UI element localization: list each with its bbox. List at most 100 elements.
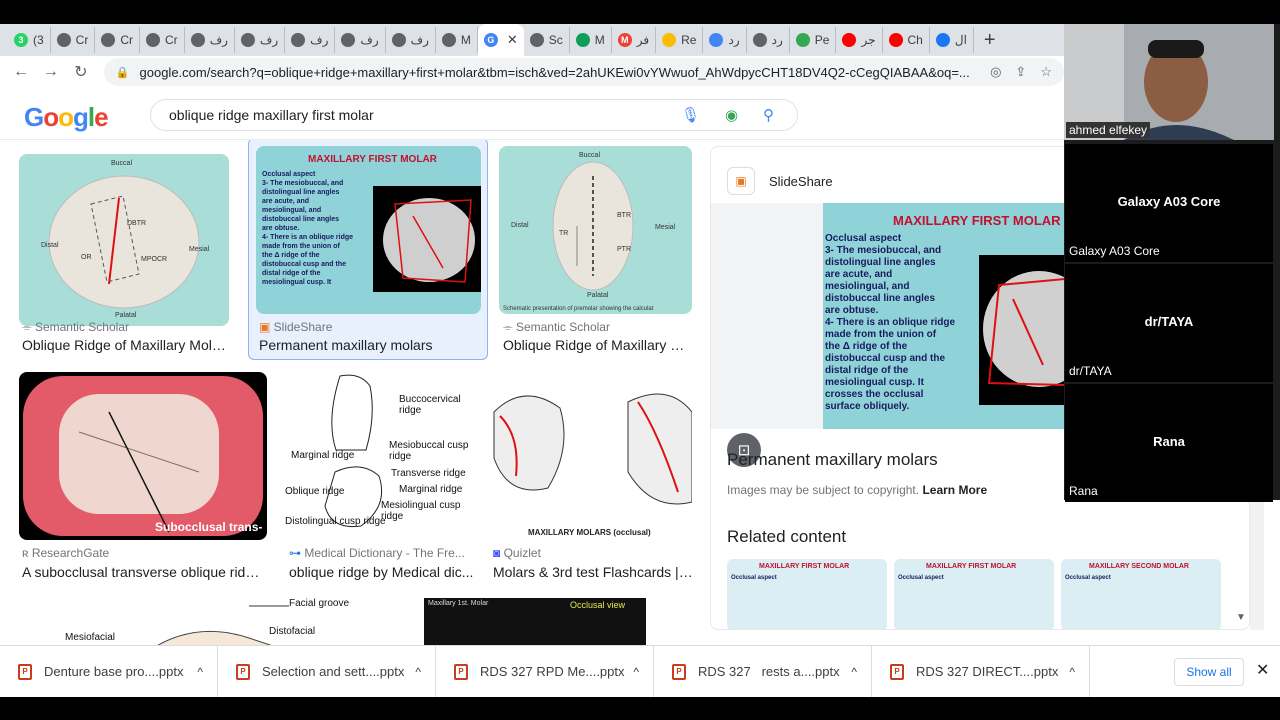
tab-chrome[interactable]: Cr (140, 27, 185, 53)
result-source[interactable]: ⌯ Semantic Scholar (22, 320, 129, 335)
result-thumbnail[interactable]: Subocclusal trans- (19, 372, 267, 540)
globe-icon (240, 33, 255, 47)
tab-page[interactable]: رف (335, 27, 386, 53)
img-caption: MAXILLARY MOLARS (occlusal) (528, 528, 651, 537)
back-arrow-icon[interactable]: ← (6, 63, 36, 81)
tab-chrome[interactable]: Cr (95, 27, 141, 53)
result-thumbnail[interactable]: Maxillary 1st. Molar Occlusal view (378, 598, 692, 645)
preview-source-header[interactable]: ▣ SlideShare (727, 167, 833, 195)
tab-chrome[interactable]: Cr (51, 27, 96, 53)
img-label: Buccocervical ridge (399, 394, 461, 416)
participant-tile[interactable]: Galaxy A03 Core Galaxy A03 Core (1065, 144, 1273, 262)
chevron-up-icon[interactable]: ^ (197, 665, 203, 679)
tab-page[interactable]: Sc (524, 27, 570, 53)
result-source[interactable]: ⌯ Semantic Scholar (503, 320, 610, 335)
img-label: Transverse ridge (391, 468, 466, 479)
tab-page[interactable]: رف (386, 27, 436, 53)
result-thumbnail[interactable]: MAXILLARY MOLARS (occlusal) (488, 372, 692, 540)
result-thumbnail[interactable]: Buccal Distal Mesial Palatal BTR TR PTR … (499, 146, 692, 314)
participant-tile[interactable]: Rana Rana (1065, 384, 1273, 502)
related-thumbnail[interactable]: MAXILLARY SECOND MOLAR Occlusal aspect (1061, 559, 1221, 629)
img-heading: Maxillary 1st. Molar (428, 600, 489, 607)
microphone-icon[interactable]: 🎙 (681, 106, 700, 124)
download-item[interactable]: P RDS 327 RPD Me....pptx ^ (436, 645, 654, 698)
powerpoint-icon: P (236, 663, 250, 680)
result-thumbnail[interactable]: Buccal Distal Mesial Palatal DBTR OR MPO… (19, 154, 229, 326)
close-icon[interactable]: ✕ (1256, 660, 1269, 680)
forward-arrow-icon[interactable]: → (36, 63, 66, 81)
share-icon[interactable]: ⇪ (1015, 64, 1026, 80)
download-item[interactable]: P RDS 327 rests a....pptx ^ (654, 645, 872, 698)
tab-page[interactable]: رد (703, 27, 747, 53)
result-thumbnail[interactable]: Facial groove Distofacial Mesiofacial (19, 598, 357, 645)
tab-whatsapp[interactable]: 3 (3 (8, 27, 51, 53)
slide-line: mesiolingual cusp. It (262, 279, 332, 286)
result-title[interactable]: A subocclusal transverse oblique ridge..… (22, 564, 267, 580)
search-input[interactable]: oblique ridge maxillary first molar 🎙 ◉ … (150, 99, 798, 131)
tab-page[interactable]: رف (235, 27, 286, 53)
download-item[interactable]: P RDS 327 DIRECT....pptx ^ (872, 645, 1090, 698)
download-item[interactable]: P Denture base pro....pptx ^ (0, 645, 218, 698)
new-tab-plus-icon[interactable]: + (984, 29, 996, 52)
google-logo[interactable]: Google (24, 102, 109, 133)
participant-video-tile[interactable]: ahmed elfekey (1064, 24, 1274, 140)
tab-page[interactable]: Pe (790, 27, 837, 53)
participant-name: ahmed elfekey (1066, 122, 1151, 138)
result-title[interactable]: Oblique Ridge of Maxillary Molars... (22, 337, 232, 353)
preview-title[interactable]: Permanent maxillary molars (727, 450, 938, 470)
result-thumbnail[interactable]: Buccocervical ridge Mesiobuccal cusp rid… (285, 372, 473, 540)
result-title[interactable]: Molars & 3rd test Flashcards | ... (493, 564, 693, 580)
search-icon[interactable]: ⚲ (763, 106, 774, 124)
img-label: Distolingual cusp ridge (285, 516, 386, 527)
url-text: google.com/search?q=oblique+ridge+maxill… (139, 64, 970, 80)
tab-youtube[interactable]: Ch (883, 27, 930, 53)
tab-google-active[interactable]: G ✕ (477, 24, 524, 56)
source-text: ResearchGate (31, 546, 110, 560)
star-icon (662, 33, 677, 47)
related-thumbnail[interactable]: MAXILLARY FIRST MOLAR Occlusal aspect (727, 559, 887, 629)
lens-camera-icon[interactable]: ◉ (725, 106, 738, 124)
globe-icon (529, 33, 544, 47)
address-bar[interactable]: 🔒 google.com/search?q=oblique+ridge+maxi… (103, 58, 1064, 86)
tab-close-icon[interactable]: ✕ (507, 32, 518, 48)
result-source[interactable]: ⊶ Medical Dictionary - The Fre... (289, 546, 465, 560)
participant-tile[interactable]: dr/TAYA dr/TAYA (1065, 264, 1273, 382)
img-label: PTR (617, 246, 631, 253)
bookmark-star-icon[interactable]: ☆ (1040, 64, 1052, 80)
tab-facebook[interactable]: ال (930, 27, 974, 53)
reload-icon[interactable]: ↻ (66, 62, 96, 82)
tab-page[interactable]: رف (185, 27, 235, 53)
tab-strip: 3 (3 Cr Cr Cr رف رف رف رف رف M G ✕ Sc M Mف… (0, 24, 1064, 56)
tab-page[interactable]: رف (285, 27, 336, 53)
slide-line: Occlusal aspect (825, 233, 902, 244)
chevron-up-icon[interactable]: ^ (851, 665, 857, 679)
result-title[interactable]: Oblique Ridge of Maxillary M... (503, 337, 688, 353)
slide-line: are acute, and (825, 269, 893, 280)
globe-icon (291, 33, 306, 47)
tab-gmail[interactable]: M فر (612, 27, 657, 53)
tab-star[interactable]: Re (656, 27, 704, 53)
result-source[interactable]: ▣ SlideShare (259, 320, 332, 334)
tab-youtube[interactable]: جر (836, 27, 883, 53)
tab-label: رف (259, 33, 279, 47)
youtube-icon (888, 33, 903, 47)
tab-label: جر (861, 33, 876, 47)
chevron-up-icon[interactable]: ^ (415, 665, 421, 679)
eye-off-icon[interactable]: ◎ (990, 64, 1001, 80)
tab-page[interactable]: M (436, 27, 478, 53)
result-source[interactable]: ◙ Quizlet (493, 546, 541, 560)
chevron-up-icon[interactable]: ^ (633, 665, 639, 679)
chevron-up-icon[interactable]: ^ (1069, 665, 1075, 679)
show-all-button[interactable]: Show all (1174, 658, 1244, 686)
result-thumbnail[interactable]: MAXILLARY FIRST MOLAR Occlusal aspect 3-… (256, 146, 481, 314)
learn-more-link[interactable]: Learn More (922, 483, 987, 497)
tab-drive[interactable]: M (570, 27, 612, 53)
result-title[interactable]: Permanent maxillary molars (259, 337, 484, 353)
result-source[interactable]: ʀ ResearchGate (22, 546, 109, 560)
scroll-down-arrow-icon[interactable]: ▼ (1236, 612, 1246, 623)
download-item[interactable]: P Selection and sett....pptx ^ (218, 645, 436, 698)
result-title[interactable]: oblique ridge by Medical dic... (289, 564, 474, 580)
tab-page[interactable]: رد (747, 27, 790, 53)
related-thumbnail[interactable]: MAXILLARY FIRST MOLAR Occlusal aspect (894, 559, 1054, 629)
powerpoint-icon: P (454, 663, 468, 680)
